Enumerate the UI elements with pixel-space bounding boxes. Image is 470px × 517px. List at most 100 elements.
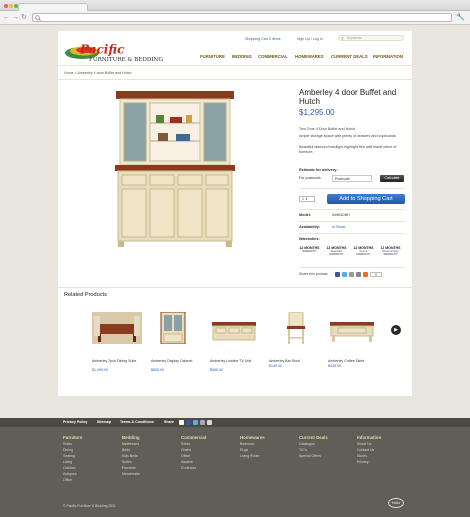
footer-link[interactable]: Antiques bbox=[63, 472, 77, 476]
footer-link[interactable]: Chairs bbox=[181, 448, 191, 452]
warranty-word: WARRANTY bbox=[302, 250, 317, 253]
nav-current-deals[interactable]: CURRENT DEALS bbox=[331, 54, 368, 59]
share-plus-icon[interactable] bbox=[363, 272, 368, 277]
footer-heading-bedding[interactable]: Bedding bbox=[122, 435, 140, 440]
share-icon[interactable] bbox=[179, 420, 184, 425]
wrench-icon[interactable]: 🔧 bbox=[456, 13, 465, 21]
footer-link[interactable]: Rugs bbox=[240, 448, 248, 452]
related-product-price: $1,099.00 bbox=[92, 368, 108, 372]
footer-link[interactable]: Outdoor bbox=[63, 466, 76, 470]
site-logo[interactable]: Pacific FURNITURE & BEDDING bbox=[62, 41, 182, 63]
footer-link[interactable]: Beds bbox=[122, 448, 130, 452]
nav-bedding[interactable]: BEDDING bbox=[232, 54, 252, 59]
footer-link[interactable]: Privacy bbox=[357, 460, 368, 464]
footer-link[interactable]: Contracts bbox=[181, 466, 196, 470]
related-product-image[interactable] bbox=[158, 312, 188, 344]
nav-commercial[interactable]: COMMERCIAL bbox=[258, 54, 288, 59]
signup-login-link[interactable]: Sign Up / Log In bbox=[297, 37, 323, 41]
related-product-price: $445.00 bbox=[328, 364, 341, 368]
related-product-name[interactable]: Amberley Bar Stool bbox=[269, 359, 324, 363]
facebook-icon[interactable] bbox=[335, 272, 340, 277]
facebook-icon[interactable] bbox=[186, 420, 191, 425]
footer-heading-homewares[interactable]: Homewares bbox=[240, 435, 265, 440]
shopping-cart-link[interactable]: Shopping Cart 0 items bbox=[245, 37, 281, 41]
twitter-icon[interactable] bbox=[342, 272, 347, 277]
availability-value: In Stock bbox=[332, 225, 346, 229]
related-product-price: $149.00 bbox=[269, 364, 282, 368]
warranty-word: WARRANTY bbox=[329, 253, 344, 257]
print-icon[interactable] bbox=[207, 420, 212, 425]
twitter-icon[interactable] bbox=[193, 420, 198, 425]
nav-information[interactable]: INFORMATION bbox=[373, 54, 403, 59]
footer-link[interactable]: Sofas bbox=[63, 442, 72, 446]
add-to-cart-button[interactable]: Add to Shopping Cart bbox=[327, 194, 405, 204]
browser-tab[interactable] bbox=[18, 3, 88, 11]
email-icon[interactable] bbox=[200, 420, 205, 425]
back-arrow-icon[interactable]: ← bbox=[3, 14, 10, 21]
hello-badge[interactable]: Hello bbox=[388, 498, 404, 508]
related-product-image[interactable] bbox=[284, 312, 308, 344]
related-product-image[interactable] bbox=[92, 312, 142, 344]
warranty-badge: 12 MONTHS Workmanship WARRANTY bbox=[380, 246, 401, 260]
print-icon[interactable] bbox=[356, 272, 361, 277]
breadcrumb[interactable]: Home > Amberley 4 door Buffet and Hutch bbox=[64, 71, 132, 75]
related-products-heading: Related Products bbox=[64, 292, 107, 298]
forward-arrow-icon[interactable]: → bbox=[12, 14, 19, 21]
footer-link[interactable]: Manchester bbox=[122, 472, 140, 476]
footer-link[interactable]: Special Offers bbox=[299, 454, 321, 458]
privacy-policy-link[interactable]: Privacy Policy bbox=[63, 420, 87, 424]
terms-link[interactable]: Terms & Conditions bbox=[120, 420, 154, 424]
footer-link[interactable]: Seating bbox=[63, 454, 75, 458]
related-product-image[interactable] bbox=[328, 312, 376, 344]
quantity-stepper[interactable]: 1 ⇕ bbox=[299, 196, 315, 202]
footer-heading-information[interactable]: Information bbox=[357, 435, 381, 440]
calculate-button[interactable]: Calculate bbox=[380, 175, 404, 182]
carousel-next-icon[interactable]: ▶ bbox=[391, 325, 401, 335]
footer-link[interactable]: Contact Us bbox=[357, 448, 374, 452]
warranty-word: WARRANTY bbox=[383, 253, 398, 257]
footer-link[interactable]: Suites bbox=[122, 460, 132, 464]
related-product-price: $565.00 bbox=[210, 368, 223, 372]
sitemap-link[interactable]: Sitemap bbox=[97, 420, 111, 424]
logo-tagline: FURNITURE & BEDDING bbox=[89, 57, 163, 63]
search-input[interactable]: ⚲ Keywords bbox=[338, 35, 404, 41]
footer-link[interactable]: Kids Beds bbox=[122, 454, 138, 458]
related-product-name[interactable]: Amberley 7pce Dining Suite bbox=[92, 359, 147, 363]
minimize-window-icon[interactable] bbox=[9, 4, 13, 8]
footer-link[interactable]: Studios bbox=[181, 460, 193, 464]
footer-link[interactable]: Bedroom bbox=[240, 442, 254, 446]
footer-heading-current-deals[interactable]: Current Deals bbox=[299, 435, 328, 440]
footer-link[interactable]: Sofas bbox=[181, 442, 190, 446]
footer-link[interactable]: Dining bbox=[63, 448, 73, 452]
nav-homewares[interactable]: HOMEWARES bbox=[295, 54, 324, 59]
footer-link[interactable]: Furniture bbox=[122, 466, 136, 470]
postcode-input[interactable]: Postcode bbox=[332, 175, 372, 182]
logo-wordmark: Pacific bbox=[79, 43, 125, 57]
email-icon[interactable] bbox=[349, 272, 354, 277]
address-bar[interactable] bbox=[32, 13, 452, 22]
product-image[interactable] bbox=[110, 89, 240, 249]
product-description-line: Beautiful diamond leadlight highlight th… bbox=[299, 145, 397, 154]
footer-link[interactable]: Mattresses bbox=[122, 442, 139, 446]
delivery-heading: Estimate for delivery: bbox=[299, 168, 338, 172]
reload-icon[interactable]: ↻ bbox=[21, 14, 27, 21]
share-count: 0 bbox=[370, 272, 382, 277]
related-product-name[interactable]: Amberley Lowline TV Unit bbox=[210, 359, 265, 363]
footer-link[interactable]: T/C's bbox=[299, 448, 307, 452]
footer-link[interactable]: Office bbox=[181, 454, 190, 458]
footer-link[interactable]: Living bbox=[63, 460, 72, 464]
footer-link[interactable]: Office bbox=[63, 478, 72, 482]
related-product-name[interactable]: Amberley Display Cabinet bbox=[151, 359, 206, 363]
footer-link[interactable]: Stores bbox=[357, 454, 367, 458]
footer-link[interactable]: Catalogue bbox=[299, 442, 315, 446]
footer-link[interactable]: Living Room bbox=[240, 454, 259, 458]
related-product-image[interactable] bbox=[210, 312, 258, 344]
copyright-text: © Pacific Furniture & Bedding 2011 bbox=[63, 504, 116, 508]
footer-link[interactable]: About Us bbox=[357, 442, 371, 446]
footer-heading-furniture[interactable]: Furniture bbox=[63, 435, 82, 440]
footer-heading-commercial[interactable]: Commercial bbox=[181, 435, 206, 440]
close-window-icon[interactable] bbox=[4, 4, 8, 8]
nav-furniture[interactable]: FURNITURE bbox=[200, 54, 225, 59]
product-description-line: Two Tone 4 Door Buffet and Hutch. bbox=[299, 127, 357, 131]
related-product-name[interactable]: Amberley Coffee Table bbox=[328, 359, 383, 363]
